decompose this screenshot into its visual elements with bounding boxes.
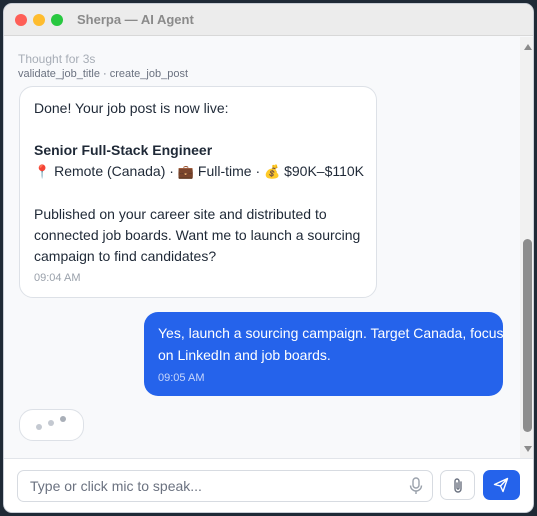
typing-dot (60, 416, 66, 422)
briefcase-icon: 💼 (177, 164, 194, 179)
scroll-up-arrow-icon[interactable] (524, 44, 532, 50)
job-location: Remote (Canada) (54, 163, 166, 179)
user-message-line: on LinkedIn and job boards. (158, 347, 331, 363)
job-title: Senior Full-Stack Engineer (34, 142, 213, 158)
agent-message-line: campaign to find candidates? (34, 248, 217, 264)
meta-separator: · (255, 163, 261, 179)
attach-file-button[interactable] (440, 470, 475, 500)
agent-message-bubble: Done! Your job post is now live: Senior … (19, 86, 377, 298)
app-window: Sherpa — AI Agent Thought for 3s validat… (3, 3, 534, 513)
job-type: Full-time (197, 163, 252, 179)
send-icon (493, 477, 509, 493)
typing-indicator (19, 409, 84, 441)
message-timestamp: 09:04 AM (34, 272, 81, 284)
user-message-bubble: Yes, launch a sourcing campaign. Target … (144, 312, 504, 396)
agent-message-intro: Done! Your job post is now live: (34, 100, 229, 116)
window-title: Sherpa — AI Agent (77, 12, 194, 27)
job-salary: $90K–$110K (284, 163, 365, 179)
close-window-button[interactable] (15, 14, 27, 26)
chat-scrollbar[interactable] (520, 37, 533, 458)
message-timestamp: 09:05 AM (158, 372, 205, 384)
maximize-window-button[interactable] (51, 14, 63, 26)
send-button[interactable] (483, 470, 520, 500)
minimize-window-button[interactable] (33, 14, 45, 26)
meta-separator: · (169, 163, 174, 179)
tool-calls: validate_job_title · create_job_post (18, 68, 189, 80)
scroll-down-arrow-icon[interactable] (524, 446, 532, 452)
scrollbar-thumb[interactable] (523, 239, 532, 432)
mic-icon[interactable] (408, 477, 424, 495)
user-message-line: Yes, launch a sourcing campaign. Target … (158, 325, 504, 341)
title-bar: Sherpa — AI Agent (4, 4, 533, 36)
money-bag-icon: 💰 (264, 164, 281, 179)
chat-transcript: Thought for 3s validate_job_title · crea… (4, 37, 520, 458)
agent-message-line: connected job boards. Want me to launch … (34, 227, 361, 243)
job-meta: 📍 Remote (Canada) · 💼 Full-time · 💰 $90K… (34, 163, 364, 180)
message-input[interactable] (18, 471, 398, 501)
typing-dot (48, 420, 54, 426)
typing-dot (36, 424, 42, 430)
agent-message-line: Published on your career site and distri… (34, 206, 327, 222)
paperclip-icon (454, 478, 462, 493)
thought-duration[interactable]: Thought for 3s (18, 52, 95, 66)
message-input-wrapper (17, 470, 433, 502)
pin-icon: 📍 (34, 164, 51, 179)
composer-bar (4, 458, 533, 512)
